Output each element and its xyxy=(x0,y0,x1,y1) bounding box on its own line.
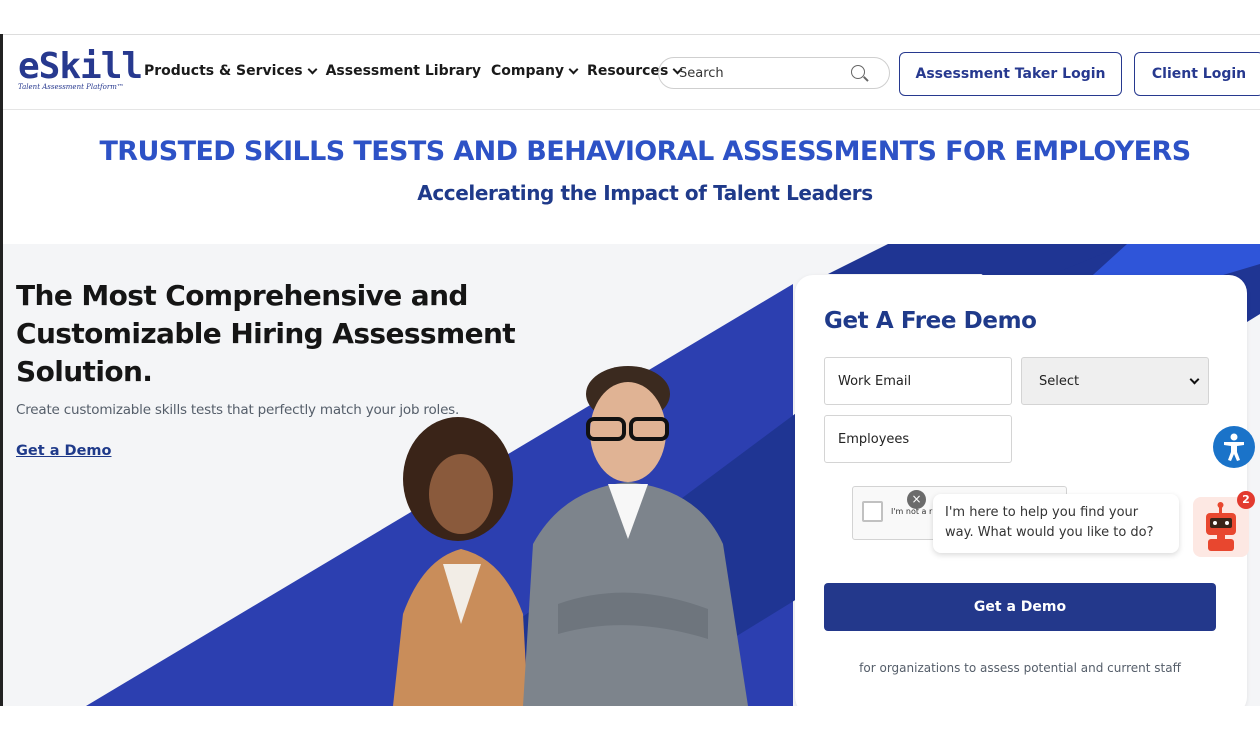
chat-close-icon[interactable]: × xyxy=(907,490,926,509)
nav-company-label: Company xyxy=(491,63,565,79)
page: eSkill Talent Assessment Platform™ Produ… xyxy=(0,0,1260,750)
page-headline: TRUSTED SKILLS TESTS AND BEHAVIORAL ASSE… xyxy=(99,136,1191,167)
nav-assessment-library-label: Assessment Library xyxy=(325,63,481,79)
logo-tagline: Talent Assessment Platform™ xyxy=(18,83,124,91)
employees-input[interactable] xyxy=(838,431,1011,447)
main-nav: Products & Services Assessment Library C… xyxy=(144,63,683,79)
hero-get-demo-link[interactable]: Get a Demo xyxy=(16,443,112,459)
nav-company[interactable]: Company xyxy=(491,63,579,79)
get-demo-button[interactable]: Get a Demo xyxy=(824,583,1216,631)
nav-assessment-library[interactable]: Assessment Library xyxy=(326,63,481,79)
demo-form-card: Get A Free Demo Select I'm not a r Get a… xyxy=(795,275,1247,706)
employees-field xyxy=(824,415,1012,463)
chat-message-text: I'm here to help you find your way. What… xyxy=(945,505,1154,540)
man-face xyxy=(590,382,666,482)
professionals-photo xyxy=(393,366,748,706)
search-box xyxy=(658,57,890,89)
work-email-input[interactable] xyxy=(838,373,1011,389)
hero-section: The Most Comprehensive and Customizable … xyxy=(3,244,1260,706)
client-login-button[interactable]: Client Login xyxy=(1134,52,1260,96)
nav-products-services[interactable]: Products & Services xyxy=(144,63,318,79)
chevron-down-icon xyxy=(307,64,318,74)
demo-form-note: for organizations to assess potential an… xyxy=(859,661,1181,675)
logo-wordmark: eSkill xyxy=(18,46,143,87)
notification-badge: 2 xyxy=(1237,491,1255,509)
company-size-select[interactable]: Select xyxy=(1021,357,1209,405)
assessment-taker-login-button[interactable]: Assessment Taker Login xyxy=(899,52,1122,96)
chat-message-bubble[interactable]: I'm here to help you find your way. What… xyxy=(933,494,1179,553)
nav-products-services-label: Products & Services xyxy=(144,63,303,79)
accessibility-icon[interactable] xyxy=(1213,426,1255,468)
page-subheadline: Accelerating the Impact of Talent Leader… xyxy=(417,181,873,205)
nav-resources-label: Resources xyxy=(587,63,669,79)
chevron-down-icon xyxy=(568,64,579,74)
search-input[interactable] xyxy=(679,65,839,81)
search-icon[interactable] xyxy=(851,65,865,79)
recaptcha-checkbox[interactable] xyxy=(862,501,883,522)
demo-form-title: Get A Free Demo xyxy=(824,308,1037,334)
select-value: Select xyxy=(1039,373,1080,389)
accessibility-figure-icon xyxy=(1224,433,1244,461)
work-email-field xyxy=(824,357,1012,405)
eskill-logo[interactable]: eSkill Talent Assessment Platform™ xyxy=(18,46,143,92)
woman-face xyxy=(429,454,493,534)
chevron-down-icon xyxy=(1189,374,1200,384)
recaptcha-label: I'm not a r xyxy=(891,507,933,516)
site-header: eSkill Talent Assessment Platform™ Produ… xyxy=(3,34,1260,110)
